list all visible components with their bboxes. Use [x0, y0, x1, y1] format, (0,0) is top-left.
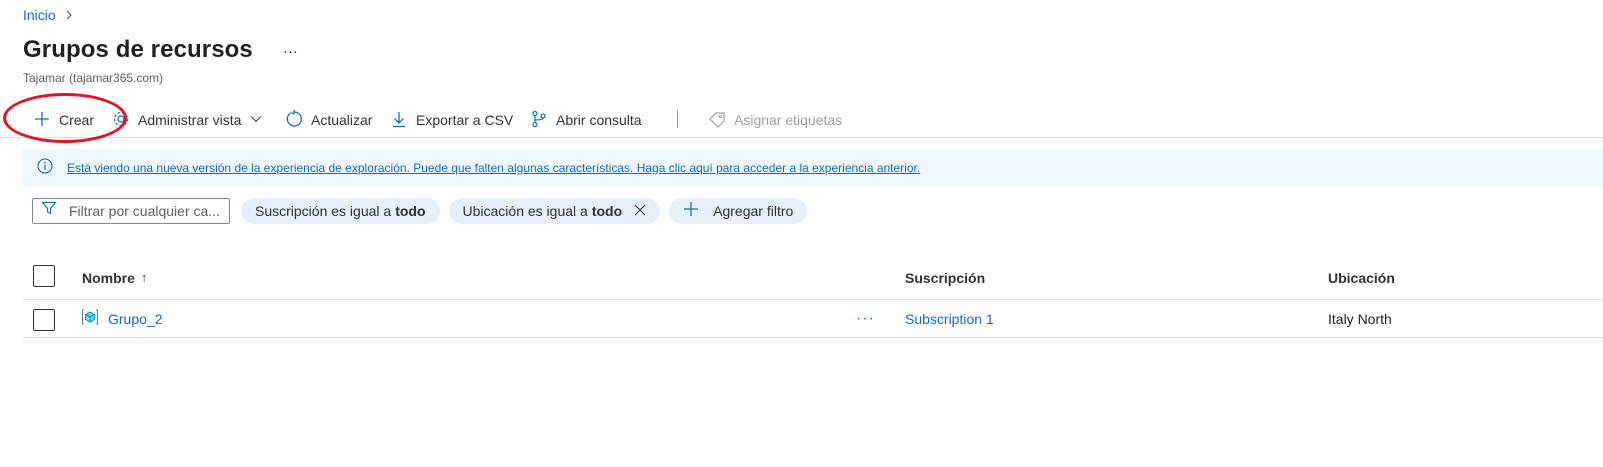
- subscription-filter-label: Suscripción es igual a: [255, 202, 392, 219]
- location-filter-label: Ubicación es igual a: [462, 202, 588, 219]
- resource-groups-table: Nombre ↑ Suscripción Ubicación Grupo_2 ·…: [23, 256, 1603, 338]
- sort-ascending-icon: ↑: [140, 270, 148, 285]
- table-row: Grupo_2 ··· Subscription 1 Italy North: [23, 300, 1603, 338]
- add-filter-button[interactable]: Agregar filtro: [669, 197, 808, 224]
- filter-search-box[interactable]: [32, 197, 230, 224]
- toolbar-divider: [677, 110, 678, 128]
- page-header: Grupos de recursos ···: [23, 36, 298, 64]
- refresh-icon: [285, 109, 303, 131]
- create-button[interactable]: Crear: [33, 106, 94, 134]
- refresh-label: Actualizar: [311, 112, 373, 128]
- resource-group-link[interactable]: Grupo_2: [108, 311, 162, 327]
- download-icon: [390, 110, 408, 131]
- breadcrumb: Inicio: [23, 7, 74, 23]
- row-name-cell: Grupo_2: [81, 300, 162, 337]
- filter-search-input[interactable]: [69, 202, 225, 219]
- resource-group-icon: [81, 308, 108, 329]
- column-header-subscription[interactable]: Suscripción: [905, 256, 985, 299]
- column-header-name[interactable]: Nombre ↑: [82, 256, 147, 299]
- subscription-filter-pill[interactable]: Suscripción es igual a todo: [241, 197, 440, 224]
- info-icon: [37, 158, 53, 177]
- subscription-filter-value: todo: [395, 202, 426, 219]
- create-button-label: Crear: [59, 112, 95, 128]
- select-all-checkbox[interactable]: [33, 265, 55, 287]
- gear-icon: [112, 110, 130, 131]
- query-icon: [530, 110, 548, 131]
- column-header-name-label: Nombre: [82, 269, 135, 286]
- row-select-checkbox[interactable]: [33, 309, 55, 331]
- command-bar: Crear Administrar vista Actualizar Expor…: [0, 102, 1603, 138]
- export-csv-button[interactable]: Exportar a CSV: [390, 106, 513, 134]
- row-subscription-cell: Subscription 1: [905, 300, 994, 337]
- add-filter-label: Agregar filtro: [713, 202, 794, 219]
- column-header-location[interactable]: Ubicación: [1328, 256, 1395, 299]
- chevron-right-icon: [64, 7, 74, 23]
- plus-icon: [33, 110, 51, 131]
- breadcrumb-home-link[interactable]: Inicio: [23, 7, 56, 23]
- open-query-label: Abrir consulta: [556, 112, 642, 128]
- assign-tags-button[interactable]: Asignar etiquetas: [708, 106, 842, 134]
- location-filter-value: todo: [591, 202, 623, 219]
- subscription-link[interactable]: Subscription 1: [905, 311, 994, 327]
- info-banner: Está viendo una nueva versión de la expe…: [23, 149, 1603, 186]
- legacy-experience-link[interactable]: Está viendo una nueva versión de la expe…: [67, 161, 920, 175]
- page-subtitle: Tajamar (tajamar365.com): [23, 71, 164, 85]
- location-filter-pill[interactable]: Ubicación es igual a todo: [448, 197, 661, 224]
- page-title: Grupos de recursos: [23, 36, 253, 63]
- filter-bar: Suscripción es igual a todo Ubicación es…: [32, 197, 808, 224]
- manage-view-button[interactable]: Administrar vista: [112, 106, 263, 134]
- tag-icon: [708, 110, 726, 131]
- filter-icon: [41, 200, 57, 221]
- assign-tags-label: Asignar etiquetas: [734, 112, 843, 128]
- open-query-button[interactable]: Abrir consulta: [530, 106, 642, 134]
- close-icon[interactable]: [622, 203, 646, 219]
- page-more-button[interactable]: ···: [283, 41, 298, 60]
- export-csv-label: Exportar a CSV: [416, 112, 514, 128]
- row-location-cell: Italy North: [1328, 310, 1392, 327]
- plus-icon: [683, 201, 713, 220]
- chevron-down-icon: [249, 112, 263, 129]
- manage-view-label: Administrar vista: [138, 112, 242, 128]
- refresh-button[interactable]: Actualizar: [285, 106, 372, 134]
- row-more-button[interactable]: ···: [856, 300, 875, 337]
- table-header-row: Nombre ↑ Suscripción Ubicación: [23, 256, 1603, 300]
